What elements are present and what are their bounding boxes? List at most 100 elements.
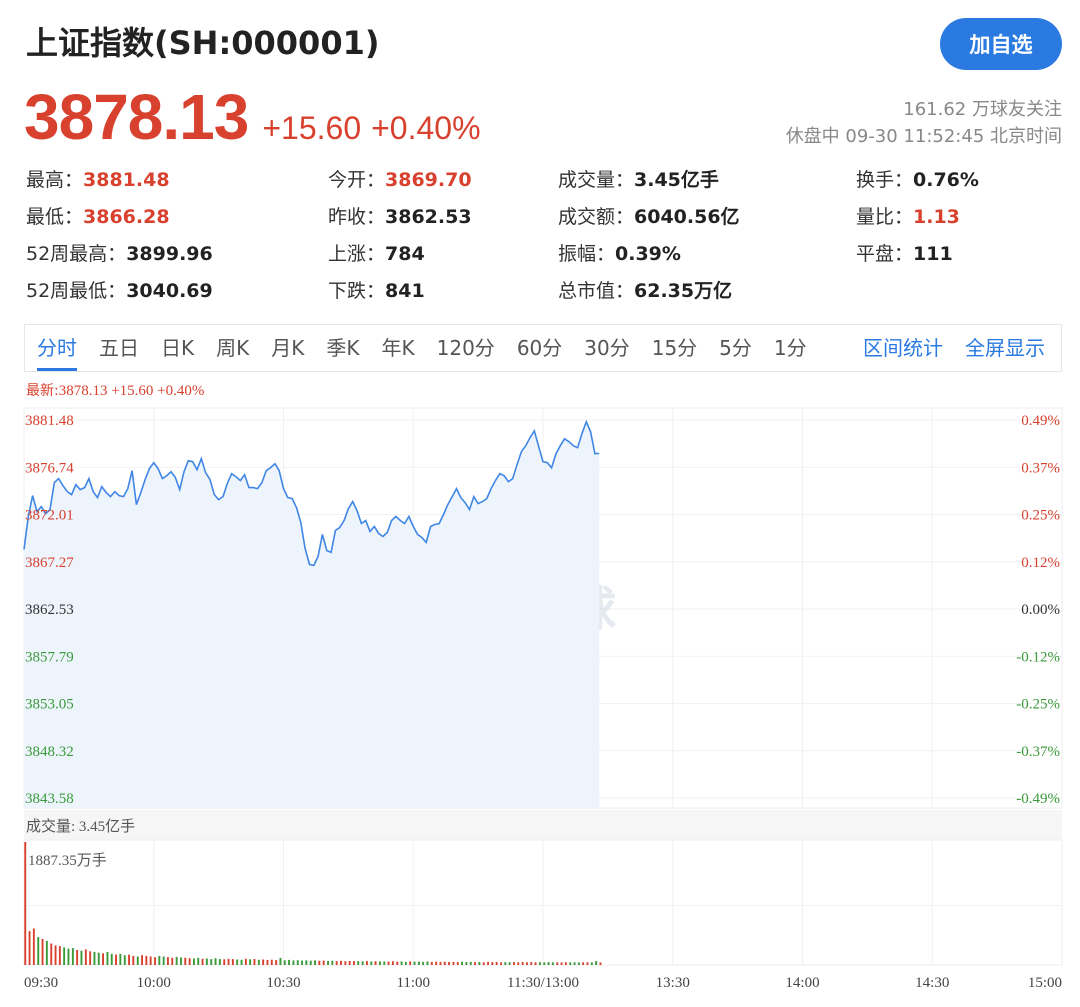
volume-bar [340,960,342,965]
volume-bar [288,959,290,965]
latest-quote: 最新:3878.13 +15.60 +0.40% [26,380,204,400]
intraday-chart[interactable]: 雪球 3881.483876.743872.013867.273862.5338… [0,400,1080,1000]
current-price: 3878.13 [24,81,249,153]
tab-1[interactable]: 五日 [99,325,139,371]
volume-bar [495,962,498,965]
volume-bar [201,958,204,965]
tab-9[interactable]: 30分 [584,325,629,371]
volume-bar [430,962,433,965]
volume-bar [63,947,66,965]
stat-value: 3.45亿手 [634,169,719,191]
stat-14: 总市值：62.35万亿 [558,276,732,303]
stat-value: 3899.96 [126,243,213,265]
stat-0: 最高：3881.48 [26,165,170,192]
stat-8: 52周最高：3899.96 [26,239,213,266]
stat-2: 成交量：3.45亿手 [558,165,719,192]
tab-7[interactable]: 120分 [437,325,495,371]
volume-bar [474,962,476,965]
volume-bar [521,962,524,965]
volume-bar [560,962,563,965]
x-tick-label: 11:30/13:00 [507,975,579,991]
stat-5: 昨收：3862.53 [328,202,472,229]
volume-bar [530,962,533,965]
stat-value: 1.13 [913,206,960,228]
pct-tick-label: 0.12% [1021,555,1060,571]
tab-10[interactable]: 15分 [652,325,697,371]
volume-max-label: 1887.35万手 [28,852,107,869]
tab-12[interactable]: 1分 [774,325,807,371]
volume-bar [301,960,303,965]
tab-4[interactable]: 月K [271,325,304,371]
stat-label: 最高： [26,169,84,191]
volume-bar [270,959,273,965]
x-tick-label: 10:00 [137,975,171,991]
volume-bar [469,961,472,965]
volume-bar [149,956,152,965]
volume-bar [357,961,360,965]
x-tick-label: 11:00 [396,975,430,991]
stat-label: 52周最低： [26,280,127,302]
range-stats-button[interactable]: 区间统计 [863,325,943,371]
volume-bar [448,962,450,965]
volume-bar [171,957,174,965]
volume-bar [266,959,269,965]
stat-label: 换手： [856,169,914,191]
volume-bar [158,955,161,965]
volume-bar [569,962,572,965]
add-watchlist-button[interactable]: 加自选 [940,18,1062,70]
stat-label: 下跌： [328,280,386,302]
stat-1: 今开：3869.70 [328,165,472,192]
volume-bar [500,962,502,965]
volume-bar [353,961,355,965]
volume-bar [240,959,243,965]
volume-bar [344,961,347,965]
volume-bar [396,961,399,965]
pct-tick-label: 0.49% [1021,413,1060,429]
stat-value: 3881.48 [83,169,170,191]
market-status: 休盘中 09-30 11:52:45 北京时间 [785,126,1062,147]
volume-bar [193,958,195,965]
volume-bar [119,953,122,965]
volume-bar [478,962,481,965]
volume-bar [551,962,554,965]
price-tick-label: 3853.05 [25,697,74,713]
tab-3[interactable]: 周K [216,325,249,371]
volume-bar [564,962,567,965]
volume-bar [214,958,217,965]
stat-label: 上涨： [328,243,386,265]
volume-bar [45,940,48,965]
tab-5[interactable]: 季K [326,325,359,371]
stat-4: 最低：3866.28 [26,202,170,229]
volume-bar [539,962,541,965]
chart-tabs: 分时 五日 日K 周K 月K 季K 年K 120分 60分 30分 15分 5分 1分 区间统计 全屏显… [24,324,1062,372]
stat-13: 下跌：841 [328,276,425,303]
price-tick-label: 3857.79 [25,649,74,665]
volume-bar [210,959,213,965]
price-change: +15.60 [262,110,362,146]
volume-bar [361,961,364,965]
x-tick-label: 10:30 [266,975,300,991]
price-tick-label: 3848.32 [25,744,74,760]
tab-6[interactable]: 年K [382,325,415,371]
volume-bar [167,957,169,965]
followers-count[interactable]: 161.62 万球友关注 [786,96,1062,123]
tab-2[interactable]: 日K [161,325,194,371]
volume-bar [426,961,429,965]
stat-value: 0.39% [615,243,681,265]
tab-11[interactable]: 5分 [719,325,752,371]
volume-bar [582,962,585,965]
volume-bar [547,962,550,965]
stat-label: 成交额： [558,206,635,228]
volume-bar [513,962,515,965]
volume-bar [443,961,446,965]
quote-meta: 161.62 万球友关注 休盘中 09-30 11:52:45 北京时间 [786,96,1062,150]
tab-8[interactable]: 60分 [517,325,562,371]
pct-tick-label: 0.25% [1021,508,1060,524]
volume-bar [387,961,390,965]
volume-bar [218,959,221,965]
tab-0[interactable]: 分时 [37,325,77,371]
latest-label: 最新: [26,383,59,399]
volume-bar [175,956,178,965]
volume-bar [37,937,40,965]
fullscreen-button[interactable]: 全屏显示 [965,325,1045,371]
